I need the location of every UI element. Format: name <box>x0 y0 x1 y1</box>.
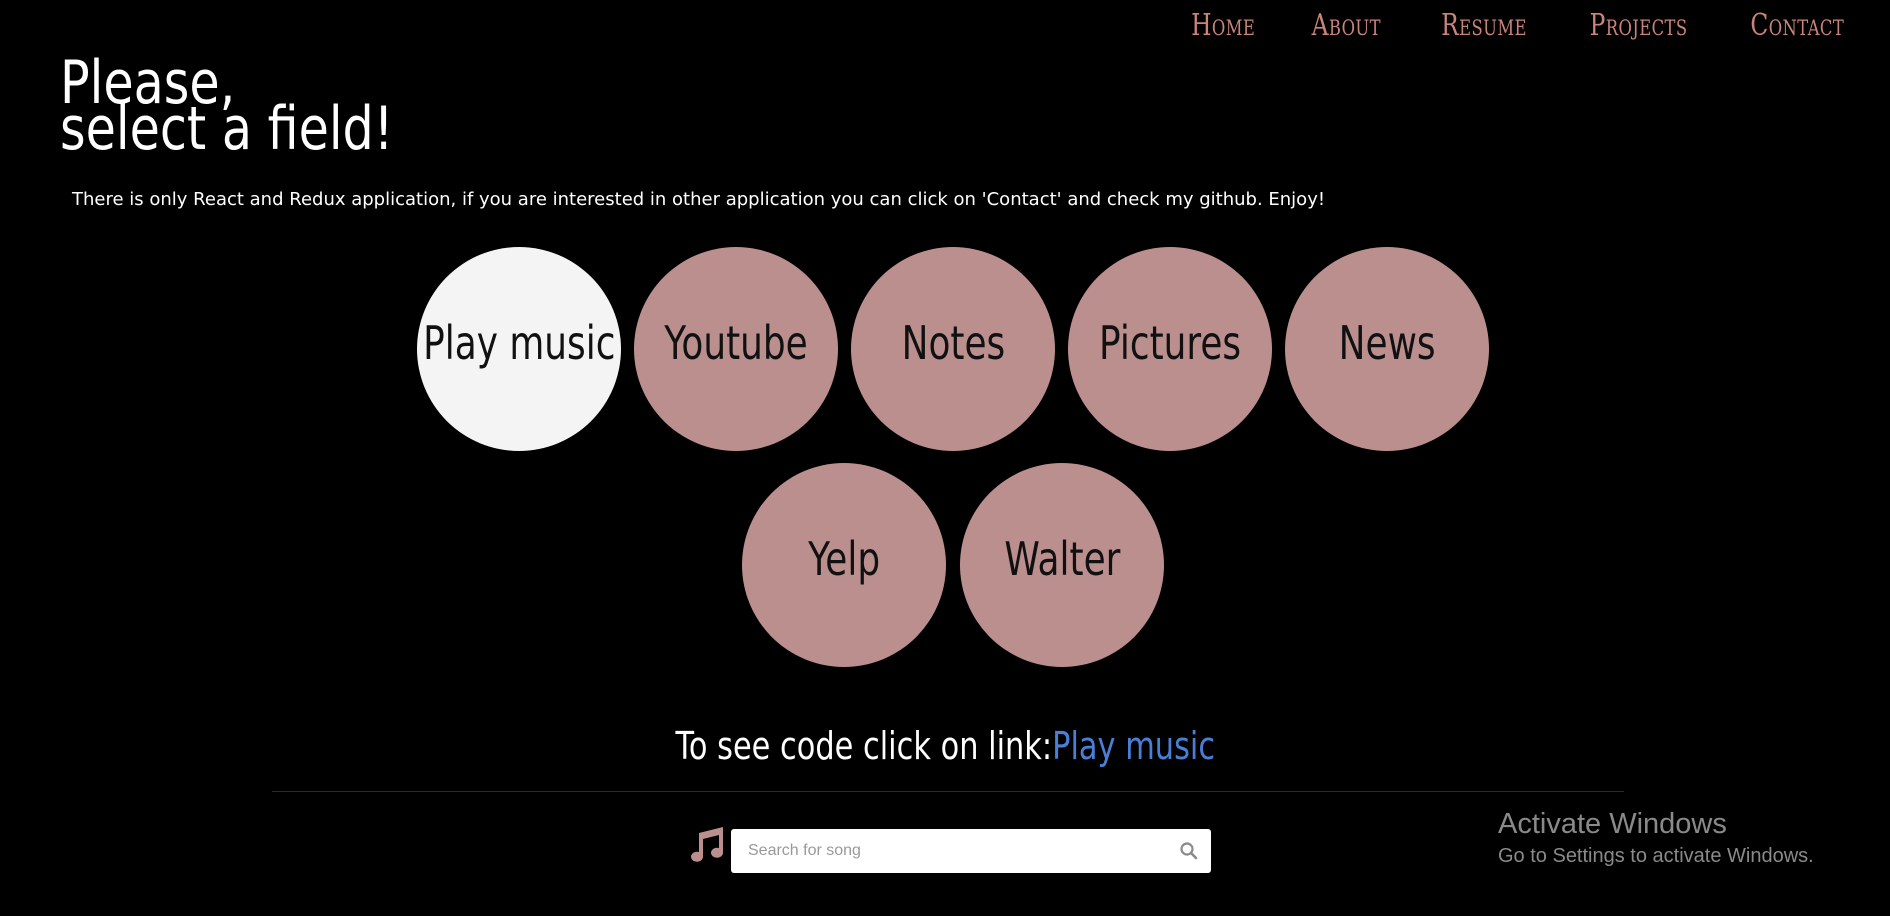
page-title-line2: select a field! <box>60 94 394 164</box>
field-yelp-button[interactable]: Yelp <box>742 463 946 667</box>
field-label: Youtube <box>664 316 808 370</box>
field-label: Pictures <box>1098 316 1242 370</box>
windows-activation-watermark: Activate Windows Go to Settings to activ… <box>1498 808 1814 868</box>
nav-about-link[interactable]: About <box>1311 8 1380 43</box>
page-title: Please, select a field! <box>60 53 393 159</box>
code-link[interactable]: Play music <box>1052 724 1215 768</box>
nav-resume-link[interactable]: Resume <box>1441 8 1527 43</box>
watermark-subtitle: Go to Settings to activate Windows. <box>1498 845 1814 867</box>
divider <box>272 791 1624 792</box>
song-search-box <box>731 829 1211 873</box>
code-link-line: To see code click on link:Play music <box>0 724 1890 768</box>
field-label: Notes <box>901 316 1005 370</box>
field-label: News <box>1338 316 1436 370</box>
field-news-button[interactable]: News <box>1285 247 1489 451</box>
field-youtube-button[interactable]: Youtube <box>634 247 838 451</box>
music-note-icon <box>691 827 723 862</box>
field-pictures-button[interactable]: Pictures <box>1068 247 1272 451</box>
field-label: Walter <box>1003 532 1121 586</box>
nav-home-link[interactable]: Home <box>1192 8 1256 43</box>
song-search-input[interactable] <box>731 841 1150 861</box>
field-label: Play music <box>422 316 616 370</box>
field-play-music-button[interactable]: Play music <box>417 247 621 451</box>
field-notes-button[interactable]: Notes <box>851 247 1055 451</box>
field-walter-button[interactable]: Walter <box>960 463 1164 667</box>
code-link-prefix: To see code click on link: <box>675 724 1052 768</box>
search-icon[interactable] <box>1179 841 1199 861</box>
page: Home About Resume Projects Contact Pleas… <box>0 0 1890 916</box>
nav-contact-link[interactable]: Contact <box>1750 8 1844 43</box>
watermark-title: Activate Windows <box>1498 808 1727 840</box>
nav-projects-link[interactable]: Projects <box>1590 8 1688 43</box>
field-label: Yelp <box>808 532 880 586</box>
page-subtitle: There is only React and Redux applicatio… <box>72 189 1326 210</box>
top-nav: Home About Resume Projects Contact <box>1173 8 1844 43</box>
